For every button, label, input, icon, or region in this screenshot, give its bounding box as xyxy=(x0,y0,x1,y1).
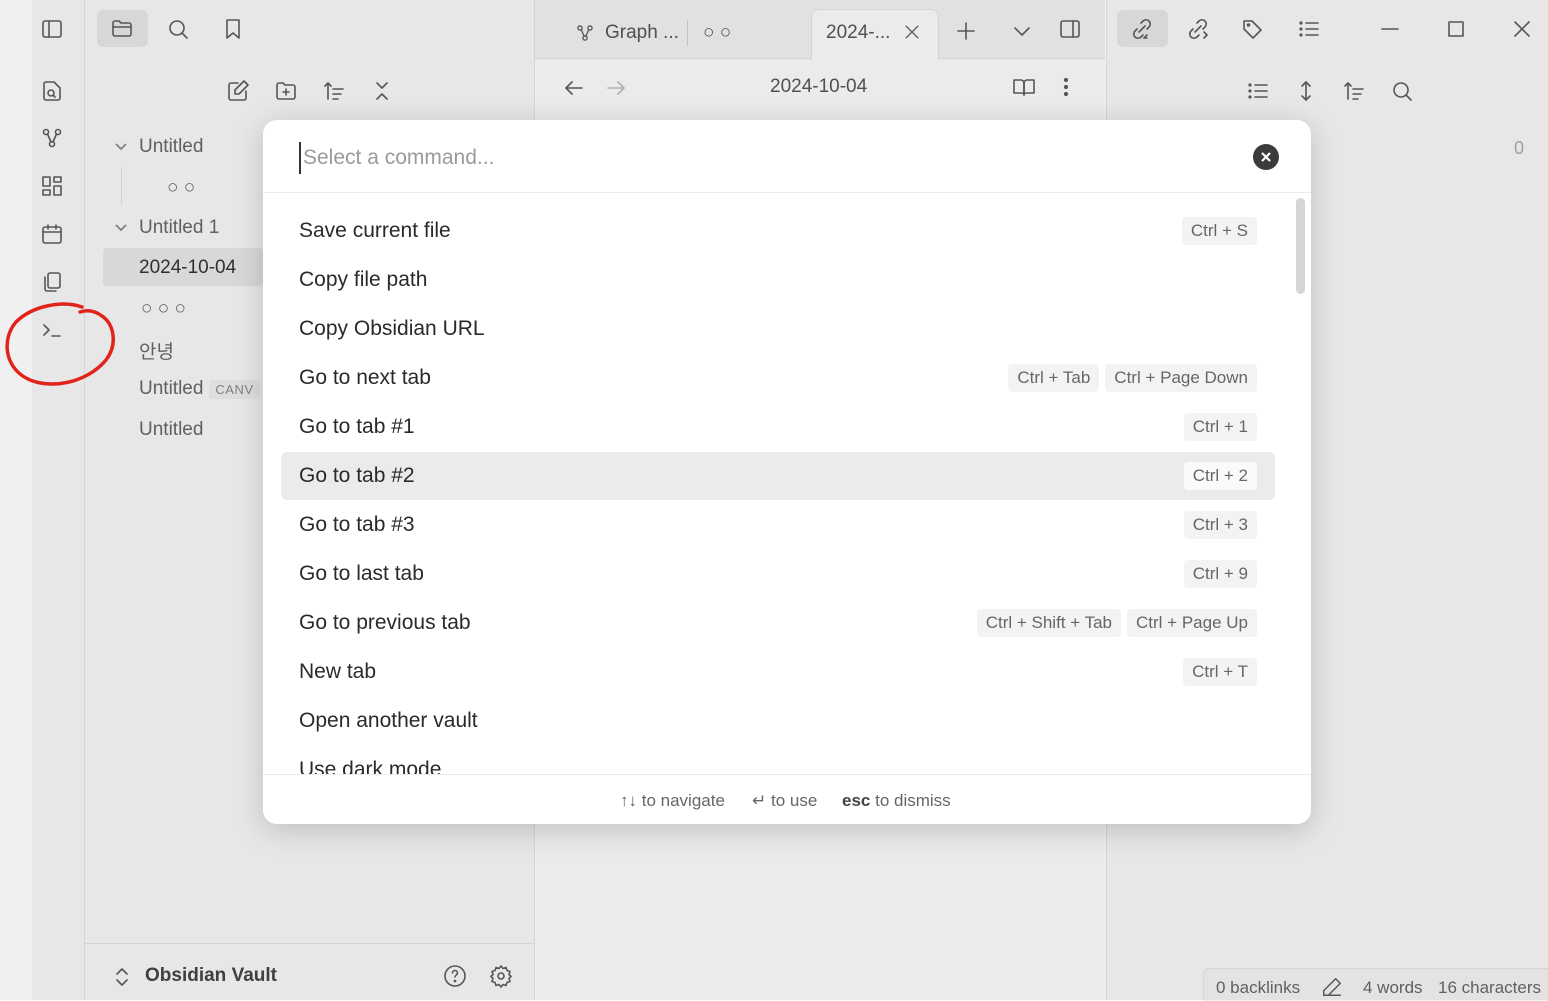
command-label: Go to previous tab xyxy=(299,611,471,634)
use-key: ↵ xyxy=(752,791,767,810)
command-label: Use dark mode xyxy=(299,758,442,774)
command-search-input[interactable] xyxy=(299,142,1235,174)
hotkey-badge: Ctrl + 1 xyxy=(1183,413,1257,441)
command-label: Go to next tab xyxy=(299,366,431,389)
command-item[interactable]: Copy Obsidian URL xyxy=(281,305,1275,353)
command-item[interactable]: Go to tab #2 Ctrl + 2 xyxy=(281,452,1275,500)
command-item[interactable]: Open another vault xyxy=(281,697,1275,745)
navigate-key: ↑↓ xyxy=(620,791,637,810)
command-item[interactable]: Save current file Ctrl + S xyxy=(281,207,1275,255)
command-item[interactable]: Use dark mode xyxy=(281,746,1275,774)
hotkey-badge: Ctrl + Tab xyxy=(1008,364,1100,392)
command-label: Copy file path xyxy=(299,268,428,291)
command-label: New tab xyxy=(299,660,377,683)
command-palette: Save current file Ctrl + S Copy file path C… xyxy=(263,120,1311,824)
hotkey-badge: Ctrl + T xyxy=(1183,658,1257,686)
hotkey-group: Ctrl + 9 xyxy=(1183,560,1257,588)
hotkey-group: Ctrl + 2 xyxy=(1183,462,1257,490)
hint-navigate: ↑↓ to navigate xyxy=(620,791,725,811)
hotkey-badge: Ctrl + 3 xyxy=(1183,511,1257,539)
hotkey-badge: Ctrl + 9 xyxy=(1183,560,1257,588)
command-label: Go to tab #2 xyxy=(299,464,415,487)
command-item[interactable]: Go to previous tab Ctrl + Shift + Tab Ctrl… xyxy=(281,599,1275,647)
hotkey-badge: Ctrl + 2 xyxy=(1183,462,1257,490)
command-item[interactable]: Go to next tab Ctrl + Tab Ctrl + Page Down xyxy=(281,354,1275,402)
hotkey-group: Ctrl + 1 xyxy=(1183,413,1257,441)
clear-input-button[interactable] xyxy=(1253,144,1279,170)
hotkey-group: Ctrl + Tab Ctrl + Page Down xyxy=(1008,364,1257,392)
command-item[interactable]: Copy file path xyxy=(281,256,1275,304)
command-label: Copy Obsidian URL xyxy=(299,317,485,340)
hotkey-badge: Ctrl + Shift + Tab xyxy=(976,609,1122,637)
command-item[interactable]: Go to last tab Ctrl + 9 xyxy=(281,550,1275,598)
hotkey-group: Ctrl + Shift + Tab Ctrl + Page Up xyxy=(976,609,1257,637)
use-text: to use xyxy=(770,791,818,810)
hotkey-badge: Ctrl + Page Up xyxy=(1127,609,1257,637)
palette-divider xyxy=(263,192,1311,193)
command-label: Go to tab #1 xyxy=(299,415,415,438)
dismiss-key: esc xyxy=(842,791,871,810)
hotkey-group: Ctrl + 3 xyxy=(1183,511,1257,539)
command-item[interactable]: Go to tab #1 Ctrl + 1 xyxy=(281,403,1275,451)
dismiss-text: to dismiss xyxy=(875,791,951,810)
command-item[interactable]: Go to tab #3 Ctrl + 3 xyxy=(281,501,1275,549)
palette-footer: ↑↓ to navigate ↵ to use esc to dismiss xyxy=(263,774,1311,824)
command-item[interactable]: New tab Ctrl + T xyxy=(281,648,1275,696)
hotkey-group: Ctrl + S xyxy=(1181,217,1257,245)
command-results-list: Save current file Ctrl + S Copy file path C… xyxy=(263,194,1311,774)
command-label: Save current file xyxy=(299,219,451,242)
hotkey-group: Ctrl + T xyxy=(1183,658,1257,686)
command-label: Open another vault xyxy=(299,709,478,732)
navigate-text: to navigate xyxy=(641,791,725,810)
close-icon xyxy=(1261,152,1271,162)
hotkey-badge: Ctrl + Page Down xyxy=(1105,364,1257,392)
hint-use: ↵ to use xyxy=(752,791,817,811)
command-label: Go to last tab xyxy=(299,562,424,585)
hint-dismiss: esc to dismiss xyxy=(842,791,951,811)
command-label: Go to tab #3 xyxy=(299,513,415,536)
hotkey-badge: Ctrl + S xyxy=(1181,217,1257,245)
results-scrollbar[interactable] xyxy=(1296,198,1305,294)
